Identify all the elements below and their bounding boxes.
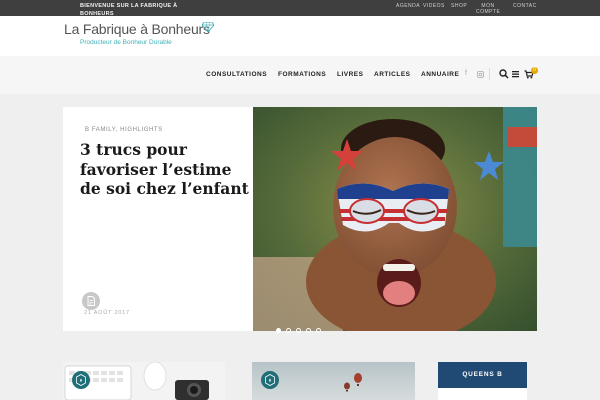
hero-card[interactable]: B FAMILY, HIGHLIGHTS 3 trucs pour favori… bbox=[63, 107, 253, 331]
nav-annuaire[interactable]: ANNUAIRE bbox=[421, 71, 459, 78]
search-icon[interactable] bbox=[498, 68, 510, 80]
slider-dot-5[interactable] bbox=[316, 328, 321, 333]
hero-title[interactable]: 3 trucs pour favoriser l’estime de soi c… bbox=[80, 140, 250, 199]
slider-dot-4[interactable] bbox=[306, 328, 311, 333]
logo-tagline: Producteur de Bonheur Durable bbox=[80, 39, 172, 46]
main-nav: CONSULTATIONS FORMATIONS LIVRES ARTICLES… bbox=[0, 56, 600, 94]
top-link-mon-compte[interactable]: MON COMPTE bbox=[476, 3, 500, 15]
nav-consultations[interactable]: CONSULTATIONS bbox=[206, 71, 267, 78]
hero-date: 21 AOÛT 2017 bbox=[84, 310, 130, 316]
site-header: La Fabrique à Bonheurs Producteur de Bon… bbox=[0, 16, 600, 56]
top-link-videos[interactable]: VIDEOS bbox=[423, 3, 445, 9]
slider-dot-1[interactable] bbox=[276, 328, 281, 333]
nav-divider bbox=[489, 68, 490, 80]
top-bar: BIENVENUE SUR LA FABRIQUE À BONHEURS AGE… bbox=[0, 0, 600, 17]
badge-icon: B bbox=[261, 371, 279, 389]
gem-icon bbox=[202, 22, 214, 32]
top-link-shop[interactable]: SHOP bbox=[451, 3, 467, 9]
menu-icon[interactable] bbox=[510, 68, 522, 80]
badge-icon: B bbox=[72, 371, 90, 389]
instagram-icon[interactable] bbox=[477, 71, 484, 78]
document-icon bbox=[82, 292, 100, 310]
cart-count-badge: 0 bbox=[531, 67, 538, 74]
top-link-agenda[interactable]: AGENDA bbox=[396, 3, 420, 9]
queens-widget-body bbox=[438, 388, 527, 400]
hero-category[interactable]: B FAMILY, HIGHLIGHTS bbox=[85, 127, 163, 133]
svg-text:B: B bbox=[80, 379, 83, 383]
slider-dot-3[interactable] bbox=[296, 328, 301, 333]
queens-widget-title[interactable]: QUEENS B bbox=[438, 362, 527, 388]
top-link-contact[interactable]: CONTAC bbox=[513, 3, 537, 9]
logo-title[interactable]: La Fabrique à Bonheurs bbox=[64, 21, 210, 37]
nav-articles[interactable]: ARTICLES bbox=[374, 71, 411, 78]
slider-dot-2[interactable] bbox=[286, 328, 291, 333]
nav-livres[interactable]: LIVRES bbox=[337, 71, 363, 78]
nav-formations[interactable]: FORMATIONS bbox=[278, 71, 326, 78]
hero-image[interactable] bbox=[253, 107, 537, 331]
facebook-icon[interactable]: f bbox=[465, 70, 467, 77]
svg-text:B: B bbox=[269, 379, 272, 383]
